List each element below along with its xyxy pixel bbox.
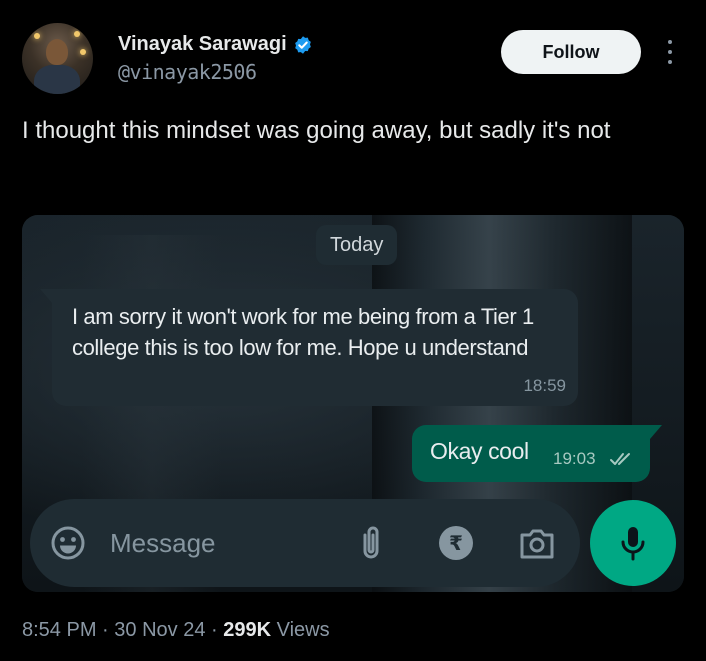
meta-separator: · — [96, 619, 115, 641]
tweet-media-image[interactable]: Today I am sorry it won't work for me be… — [22, 215, 684, 592]
svg-text:₹: ₹ — [449, 531, 463, 555]
author-handle[interactable]: @vinayak2506 — [118, 60, 257, 84]
message-input-placeholder[interactable]: Message — [110, 528, 216, 559]
verified-badge-icon — [294, 35, 311, 54]
views-label: Views — [271, 619, 330, 641]
camera-icon[interactable] — [518, 525, 556, 561]
author-row: Vinayak Sarawagi — [118, 33, 313, 56]
attach-clip-icon[interactable] — [356, 523, 386, 563]
outgoing-message-time: 19:03 — [553, 449, 596, 468]
follow-button[interactable]: Follow — [501, 30, 641, 74]
tweet-meta: 8:54 PM · 30 Nov 24 · 299K Views — [22, 619, 330, 642]
mic-button[interactable] — [590, 500, 676, 586]
meta-separator: · — [205, 619, 224, 641]
tweet-text: I thought this mindset was going away, b… — [22, 117, 611, 144]
incoming-message-bubble: I am sorry it won't work for me being fr… — [40, 289, 578, 406]
incoming-message-text: I am sorry it won't work for me being fr… — [72, 304, 534, 360]
double-check-icon — [610, 453, 630, 465]
outgoing-message-text: Okay cool — [430, 438, 529, 464]
message-input-bar[interactable]: Message ₹ — [30, 499, 580, 587]
outgoing-message-bubble: Okay cool 19:03 — [412, 425, 662, 482]
incoming-message-time: 18:59 — [523, 376, 566, 395]
avatar[interactable] — [22, 23, 93, 94]
emoji-icon[interactable] — [50, 525, 86, 561]
rupee-payment-icon[interactable]: ₹ — [438, 525, 474, 561]
author-name[interactable]: Vinayak Sarawagi — [118, 33, 287, 56]
more-dots-icon[interactable] — [664, 40, 676, 64]
tweet-time[interactable]: 8:54 PM — [22, 619, 96, 641]
mic-icon — [621, 527, 645, 561]
views-count[interactable]: 299K — [223, 619, 271, 641]
tweet-date[interactable]: 30 Nov 24 — [114, 619, 205, 641]
date-chip: Today — [316, 225, 398, 265]
